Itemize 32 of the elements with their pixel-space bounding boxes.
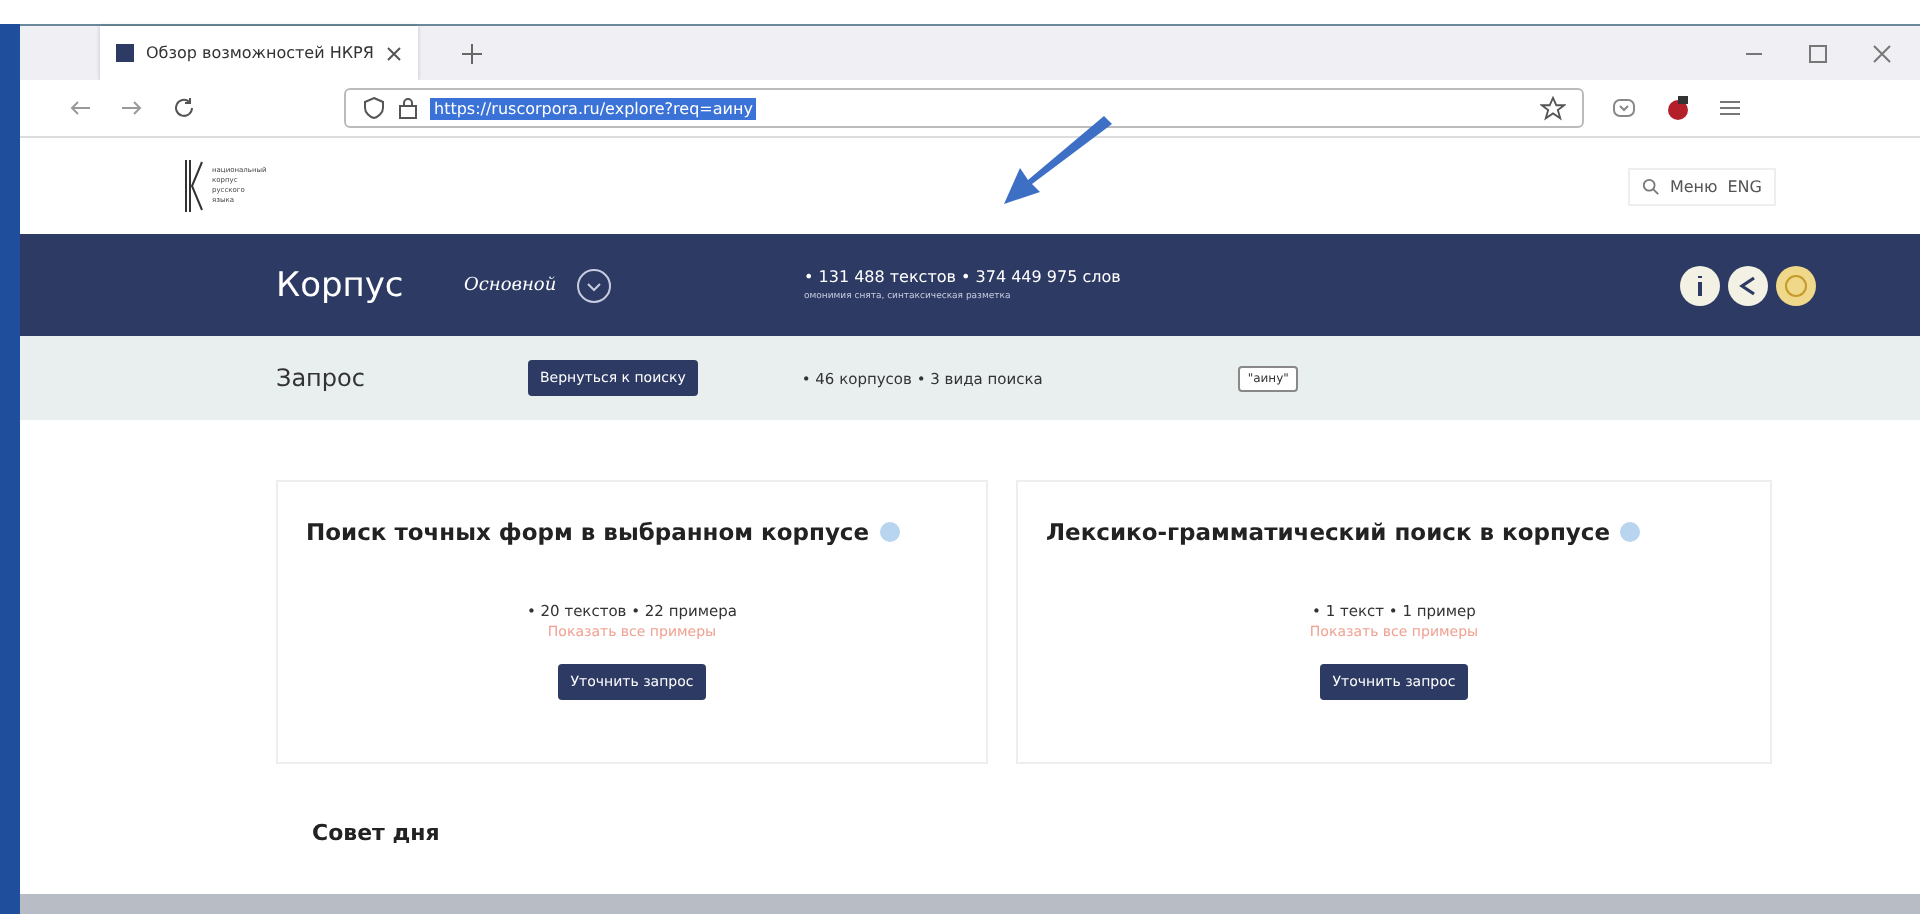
language-link[interactable]: ENG xyxy=(1727,177,1762,195)
share-icon[interactable] xyxy=(1728,265,1768,305)
tab-title: Обзор возможностей НКРЯ xyxy=(146,44,374,62)
lock-icon xyxy=(398,96,418,120)
extension-icon[interactable] xyxy=(1664,94,1692,122)
chevron-down-icon xyxy=(576,267,613,303)
close-icon[interactable] xyxy=(1872,43,1892,63)
corpus-stats: • 131 488 текстов • 374 449 975 слов xyxy=(804,268,1121,286)
tip-title: Совет дня xyxy=(310,818,442,846)
pocket-icon[interactable] xyxy=(1612,96,1636,120)
logo-icon xyxy=(184,160,204,212)
new-tab-icon[interactable] xyxy=(461,43,482,63)
close-icon[interactable] xyxy=(385,45,402,61)
card-title: Поиск точных форм в выбранном корпусе xyxy=(306,518,870,546)
menu-icon[interactable] xyxy=(1720,98,1740,118)
search-icon[interactable] xyxy=(1641,177,1660,195)
favicon-icon xyxy=(116,44,134,62)
query-title: Запрос xyxy=(276,364,367,392)
menu-link[interactable]: Меню xyxy=(1669,177,1718,195)
forward-icon[interactable] xyxy=(120,98,144,118)
shield-icon xyxy=(362,96,386,120)
info-icon[interactable] xyxy=(1680,265,1720,305)
corpus-title: Корпус xyxy=(276,265,406,305)
maximize-icon[interactable] xyxy=(1808,43,1828,63)
card-title: Лексико-грамматический поиск в корпусе xyxy=(1046,518,1611,546)
back-icon[interactable] xyxy=(68,98,92,118)
browser-tab[interactable]: Обзор возможностей НКРЯ xyxy=(100,26,418,80)
reload-icon[interactable] xyxy=(172,96,196,120)
address-bar[interactable]: https://ruscorpora.ru/explore?req=аину xyxy=(344,88,1584,128)
corpus-select[interactable]: Основной xyxy=(464,267,804,303)
url-text: https://ruscorpora.ru/explore?req=аину xyxy=(430,97,757,119)
star-icon[interactable] xyxy=(1540,95,1566,121)
